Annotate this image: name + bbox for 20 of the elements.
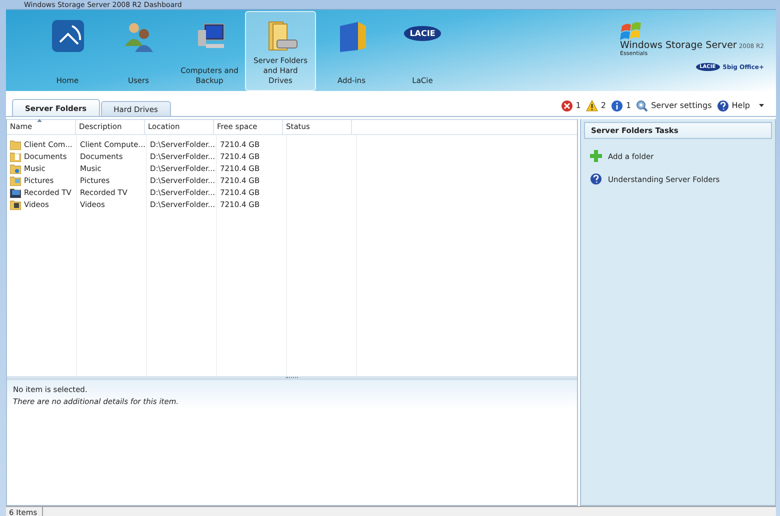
folder-icon bbox=[10, 198, 21, 210]
info-icon bbox=[610, 100, 623, 112]
folder-icon bbox=[10, 162, 21, 174]
settings-link[interactable]: Server settings bbox=[636, 100, 712, 112]
plus-icon bbox=[590, 150, 602, 162]
folder-icon bbox=[10, 150, 21, 162]
help-icon bbox=[590, 173, 602, 185]
folder-icon bbox=[10, 174, 21, 186]
alert-count: 1 bbox=[626, 101, 632, 110]
alert-count: 2 bbox=[600, 101, 606, 110]
folder-icon bbox=[10, 186, 21, 198]
help-link[interactable]: Help bbox=[716, 100, 750, 112]
windows-flag-icon bbox=[620, 20, 642, 40]
alert-count: 1 bbox=[576, 101, 581, 110]
folder-icon bbox=[10, 138, 21, 150]
help-icon bbox=[716, 100, 729, 112]
logo-badge: LACIE bbox=[404, 26, 442, 41]
product-name: Windows Storage Server bbox=[620, 40, 737, 51]
warning-icon bbox=[586, 100, 598, 112]
error-icon bbox=[560, 100, 573, 112]
